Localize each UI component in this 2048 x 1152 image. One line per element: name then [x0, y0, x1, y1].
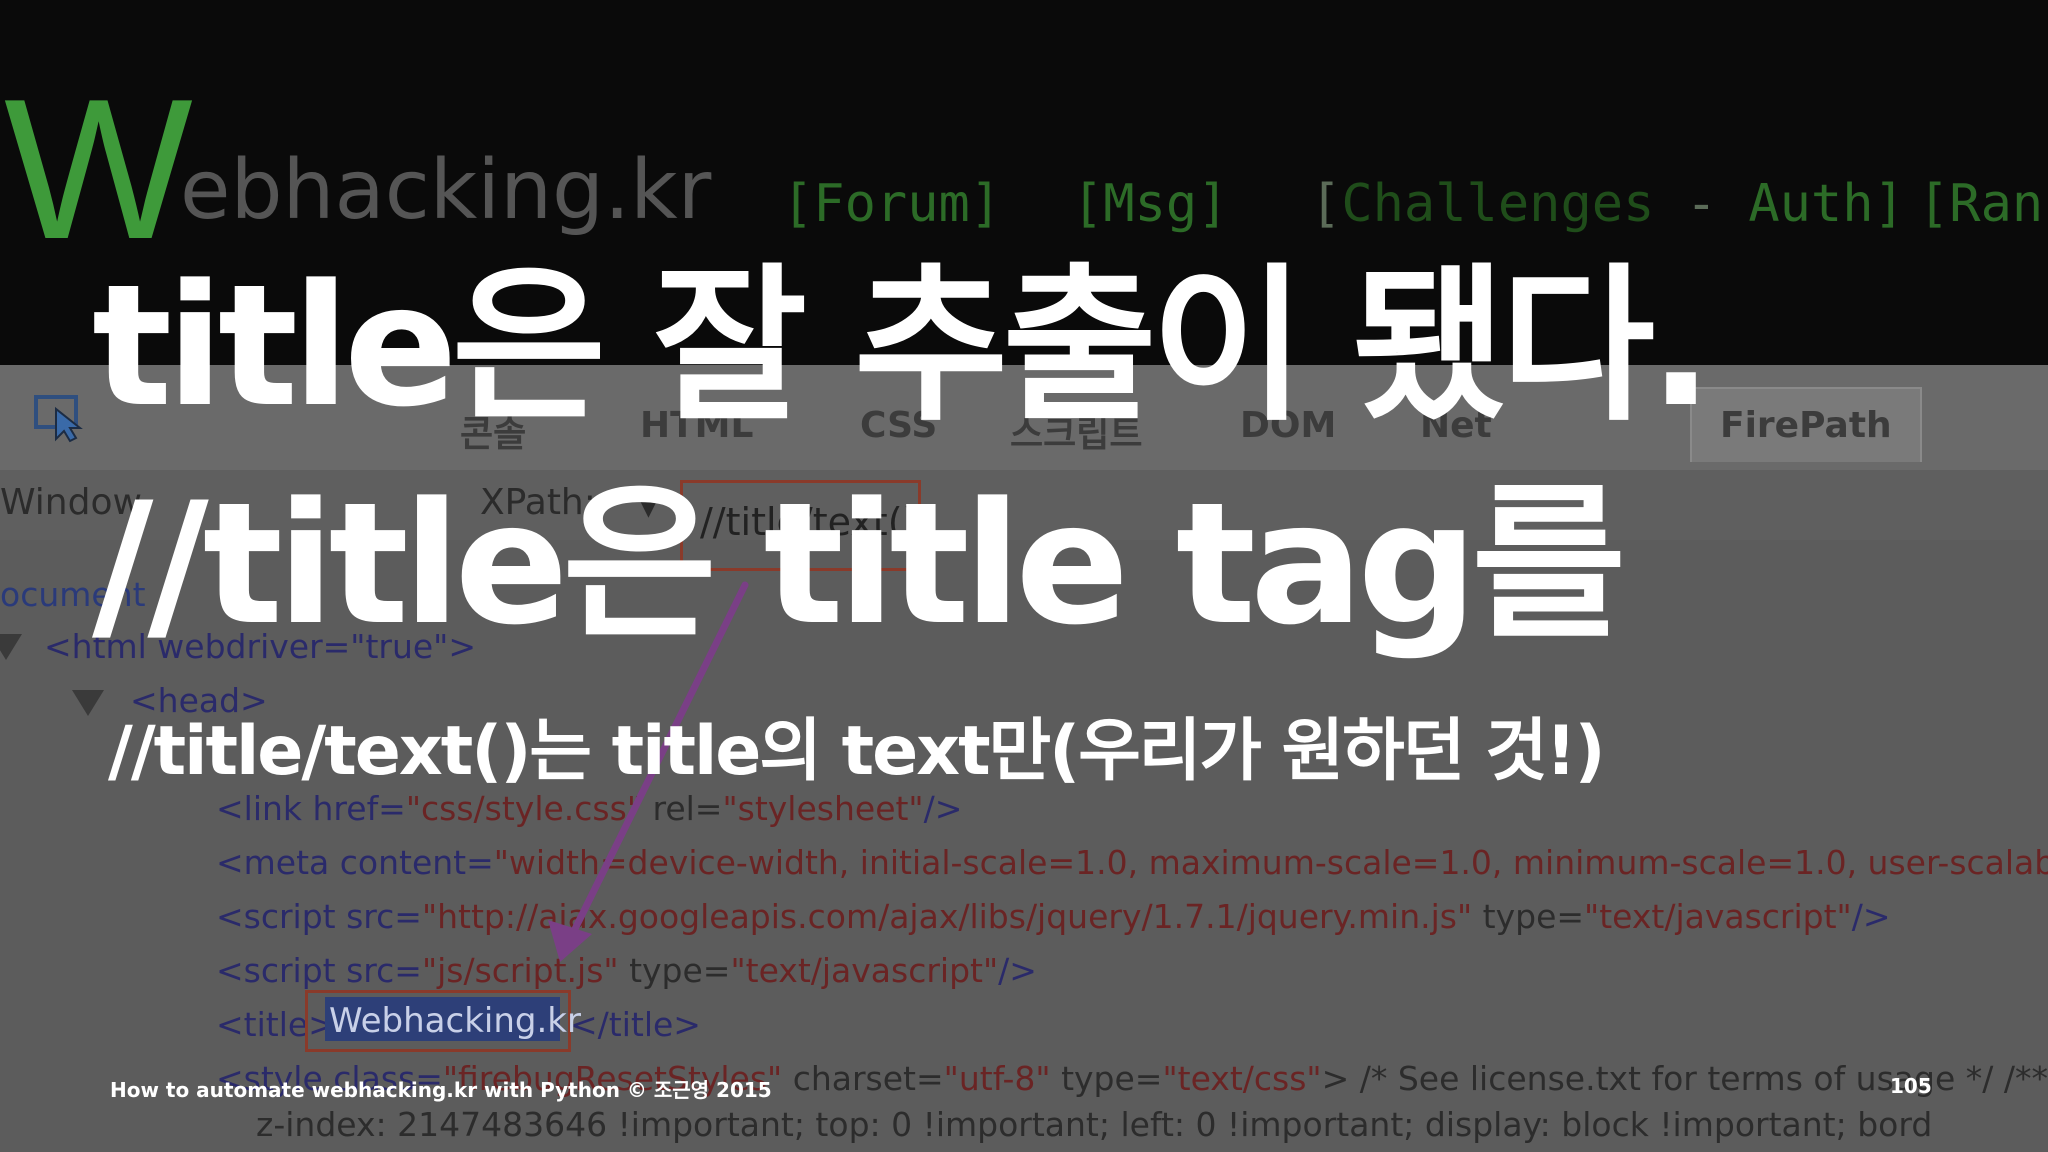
slide-page-number: 105 — [1890, 1074, 1932, 1098]
slide-headline-line-1: title은 잘 추출이 됐다. — [92, 248, 1713, 444]
slide-subtitle: //title/text()는 title의 text만(우리가 원하던 것!) — [108, 712, 1606, 791]
slide-headline-line-2: //title은 title tag를 — [92, 466, 1626, 662]
slide: W ebhacking.kr [Forum] [Msg] [Challenges… — [0, 0, 2048, 1152]
slide-footer: How to automate webhacking.kr with Pytho… — [110, 1078, 772, 1102]
